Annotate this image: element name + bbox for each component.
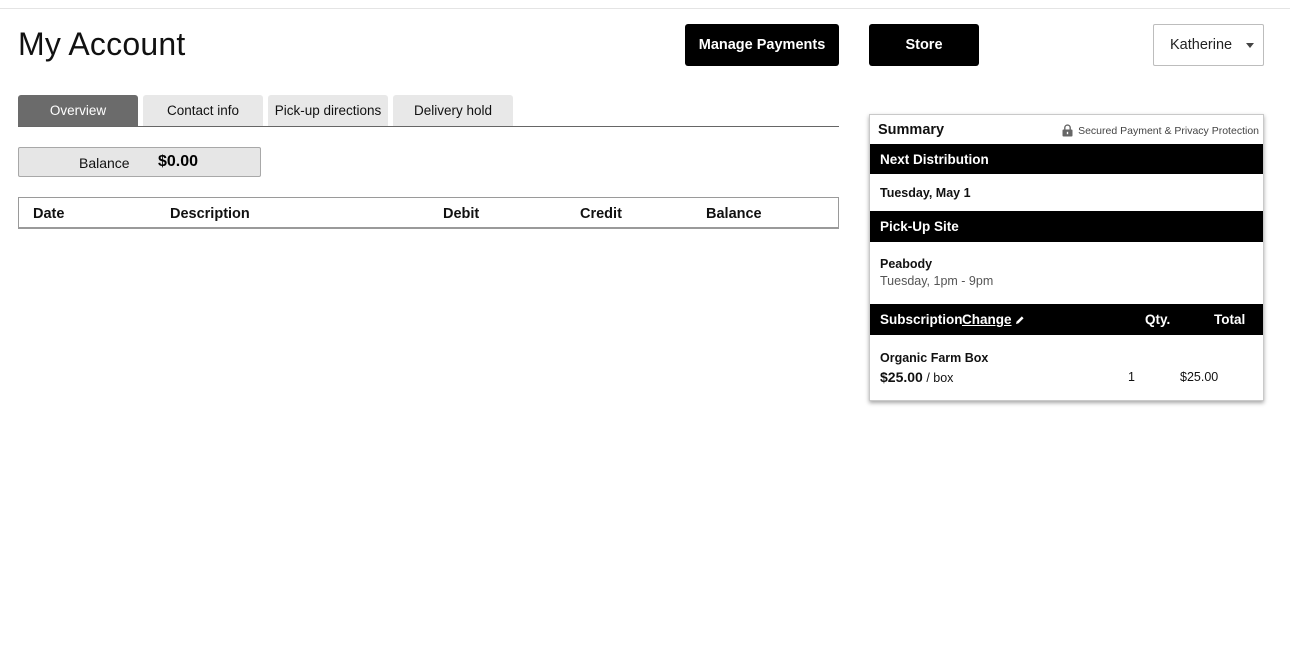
next-distribution-date: Tuesday, May 1	[880, 186, 971, 200]
lock-icon	[1062, 124, 1073, 137]
total-column-label: Total	[1214, 312, 1246, 327]
price-amount: $25.00	[880, 369, 923, 385]
tab-overview[interactable]: Overview	[18, 95, 138, 126]
price-unit: / box	[926, 371, 954, 385]
ledger-table-header: Date Description Debit Credit Balance	[18, 197, 839, 229]
pickup-site-hours: Tuesday, 1pm - 9pm	[880, 274, 994, 288]
subscription-header: Subscription Change Qty. Total	[870, 304, 1263, 335]
next-distribution-header: Next Distribution	[870, 144, 1263, 174]
store-button[interactable]: Store	[869, 24, 979, 66]
pencil-icon	[1015, 315, 1024, 324]
secure-payment-text: Secured Payment & Privacy Protection	[1078, 124, 1259, 137]
summary-panel: Summary Secured Payment & Privacy Protec…	[869, 114, 1264, 401]
change-label: Change	[962, 312, 1012, 327]
account-tabs: Overview Contact info Pick-up directions…	[18, 95, 839, 127]
pickup-site-name: Peabody	[880, 257, 933, 271]
column-header-debit: Debit	[443, 206, 480, 222]
user-menu-dropdown[interactable]: Katherine	[1153, 24, 1264, 66]
manage-payments-button[interactable]: Manage Payments	[685, 24, 839, 66]
column-header-date: Date	[33, 206, 65, 222]
subscription-item-qty: 1	[1128, 370, 1135, 384]
balance-label: Balance	[79, 155, 130, 171]
subscription-item-name: Organic Farm Box	[880, 351, 989, 365]
subscription-item-price: $25.00 / box	[880, 369, 953, 385]
subscription-label: Subscription	[880, 312, 963, 327]
pickup-site-header: Pick-Up Site	[870, 211, 1263, 242]
top-divider	[0, 8, 1290, 9]
column-header-balance: Balance	[706, 206, 762, 222]
secure-payment-notice: Secured Payment & Privacy Protection	[1061, 124, 1259, 137]
qty-column-label: Qty.	[1145, 312, 1171, 327]
user-name: Katherine	[1170, 37, 1233, 53]
tab-contact-info[interactable]: Contact info	[143, 95, 263, 126]
balance-box: Balance $0.00	[18, 147, 261, 177]
summary-title: Summary	[878, 122, 945, 138]
tab-pickup-directions[interactable]: Pick-up directions	[268, 95, 388, 126]
column-header-description: Description	[170, 206, 250, 222]
tab-delivery-hold[interactable]: Delivery hold	[393, 95, 513, 126]
column-header-credit: Credit	[580, 206, 622, 222]
caret-down-icon	[1246, 43, 1254, 48]
change-subscription-link[interactable]: Change	[962, 312, 1025, 327]
subscription-item-total: $25.00	[1180, 370, 1219, 384]
balance-value: $0.00	[158, 153, 199, 170]
next-distribution-label: Next Distribution	[880, 152, 989, 167]
page-title: My Account	[18, 26, 186, 62]
pickup-site-label: Pick-Up Site	[880, 219, 959, 234]
